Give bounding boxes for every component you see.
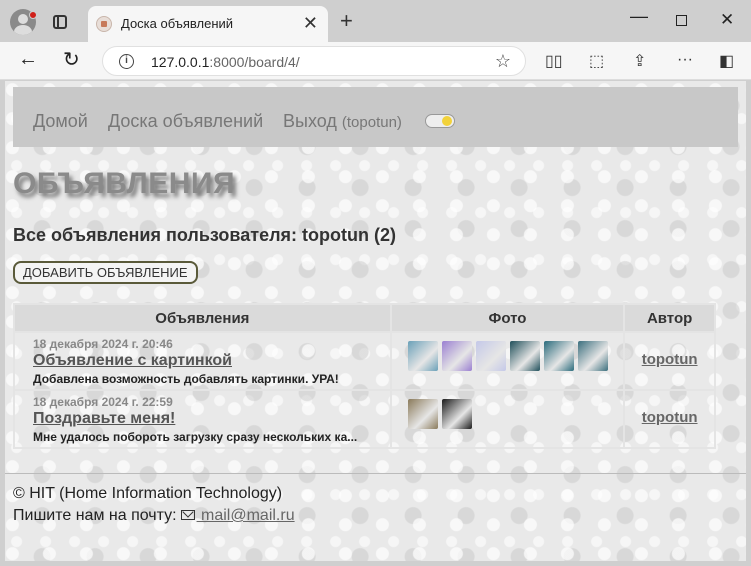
ad-date: 18 декабря 2024 г. 22:59	[33, 395, 173, 409]
favicon-icon	[96, 16, 112, 32]
nav-home-link[interactable]: Домой	[33, 111, 88, 132]
photo-thumbnail[interactable]	[441, 399, 472, 429]
screenshot-icon[interactable]: ⬚	[589, 51, 604, 71]
photo-cell	[389, 331, 626, 391]
split-screen-icon[interactable]: ▯▯	[545, 51, 563, 71]
ad-date: 18 декабря 2024 г. 20:46	[33, 337, 173, 351]
column-header-photo: Фото	[389, 303, 626, 333]
table-row: 18 декабря 2024 г. 22:59 Поздравьте меня!…	[13, 389, 716, 449]
photo-thumbnail[interactable]	[577, 341, 608, 371]
window-close-icon[interactable]: ✕	[720, 10, 734, 30]
tab-actions-icon[interactable]	[53, 15, 67, 29]
table-row: 18 декабря 2024 г. 20:46 Объявление с кар…	[13, 331, 716, 391]
email-link[interactable]: mail@mail.ru	[197, 507, 295, 524]
nav-username: (topotun)	[341, 114, 402, 131]
browser-tab[interactable]: Доска объявлений ✕	[88, 6, 328, 42]
reload-icon[interactable]: ↻	[63, 47, 80, 72]
sidebar-icon[interactable]: ◧	[719, 51, 734, 71]
ad-text: Добавлена возможность добавлять картинки…	[33, 372, 339, 386]
ads-table: Объявления Фото Автор 18 декабря 2024 г.…	[13, 303, 716, 449]
url-path: :8000/board/4/	[209, 54, 300, 70]
url-host: 127.0.0.1	[151, 54, 210, 70]
web-page: Домой Доска объявлений Выход (topotun) О…	[5, 81, 746, 561]
photo-thumbnail[interactable]	[543, 341, 574, 371]
photo-thumbnail[interactable]	[475, 341, 506, 371]
photo-thumbnail[interactable]	[407, 399, 438, 429]
more-menu-icon[interactable]: ···	[677, 51, 693, 69]
author-cell: topotun	[623, 331, 716, 391]
nav-logout-link[interactable]: Выход (topotun)	[283, 111, 402, 132]
maximize-icon[interactable]	[676, 15, 687, 26]
nav-logout-label: Выход	[283, 111, 337, 131]
mail-icon	[180, 510, 195, 520]
page-title: ОБЪЯВЛЕНИЯ	[13, 167, 236, 200]
ad-cell: 18 декабря 2024 г. 20:46 Объявление с кар…	[13, 331, 392, 391]
photo-thumbnail[interactable]	[509, 341, 540, 371]
author-cell: topotun	[623, 389, 716, 449]
share-icon[interactable]: ⇪	[633, 51, 646, 71]
author-link[interactable]: topotun	[642, 409, 698, 426]
site-navbar: Домой Доска объявлений Выход (topotun)	[13, 87, 738, 147]
theme-toggle[interactable]	[425, 114, 455, 128]
site-info-icon[interactable]: i	[119, 54, 134, 69]
photo-thumbnail[interactable]	[441, 341, 472, 371]
author-link[interactable]: topotun	[642, 351, 698, 368]
tab-close-icon[interactable]: ✕	[303, 14, 318, 32]
new-tab-icon[interactable]: +	[340, 10, 353, 32]
url-text: 127.0.0.1:8000/board/4/	[151, 54, 300, 70]
tab-title: Доска объявлений	[121, 16, 234, 31]
favorite-star-icon[interactable]: ☆	[495, 51, 511, 72]
add-ad-button[interactable]: ДОБАВИТЬ ОБЪЯВЛЕНИЕ	[13, 261, 198, 284]
ad-title-link[interactable]: Объявление с картинкой	[33, 352, 390, 370]
photo-cell	[389, 389, 626, 449]
nav-board-link[interactable]: Доска объявлений	[108, 111, 263, 132]
ad-text: Мне удалось побороть загрузку сразу неск…	[33, 430, 358, 444]
column-header-ads: Объявления	[13, 303, 392, 333]
column-header-author: Автор	[623, 303, 716, 333]
notification-dot-icon	[29, 11, 37, 19]
ad-title-link[interactable]: Поздравьте меня!	[33, 410, 390, 428]
ad-cell: 18 декабря 2024 г. 22:59 Поздравьте меня!…	[13, 389, 392, 449]
footer-contact: Пишите нам на почту: mail@mail.ru	[13, 507, 295, 525]
page-subtitle: Все объявления пользователя: topotun (2)	[13, 225, 396, 245]
browser-tab-bar: Доска объявлений ✕ + — ✕	[0, 0, 751, 42]
footer-copyright: © HIT (Home Information Technology)	[13, 485, 283, 502]
photo-thumbnail[interactable]	[407, 341, 438, 371]
footer-divider	[5, 473, 746, 474]
browser-toolbar: ← ↻ i 127.0.0.1:8000/board/4/ ☆ ▯▯ ⬚ ⇪ ·…	[0, 42, 751, 80]
address-bar[interactable]: i 127.0.0.1:8000/board/4/ ☆	[102, 46, 526, 76]
footer-contact-label: Пишите нам на почту:	[13, 507, 177, 524]
minimize-icon[interactable]: —	[630, 6, 648, 27]
back-arrow-icon[interactable]: ←	[18, 48, 38, 71]
